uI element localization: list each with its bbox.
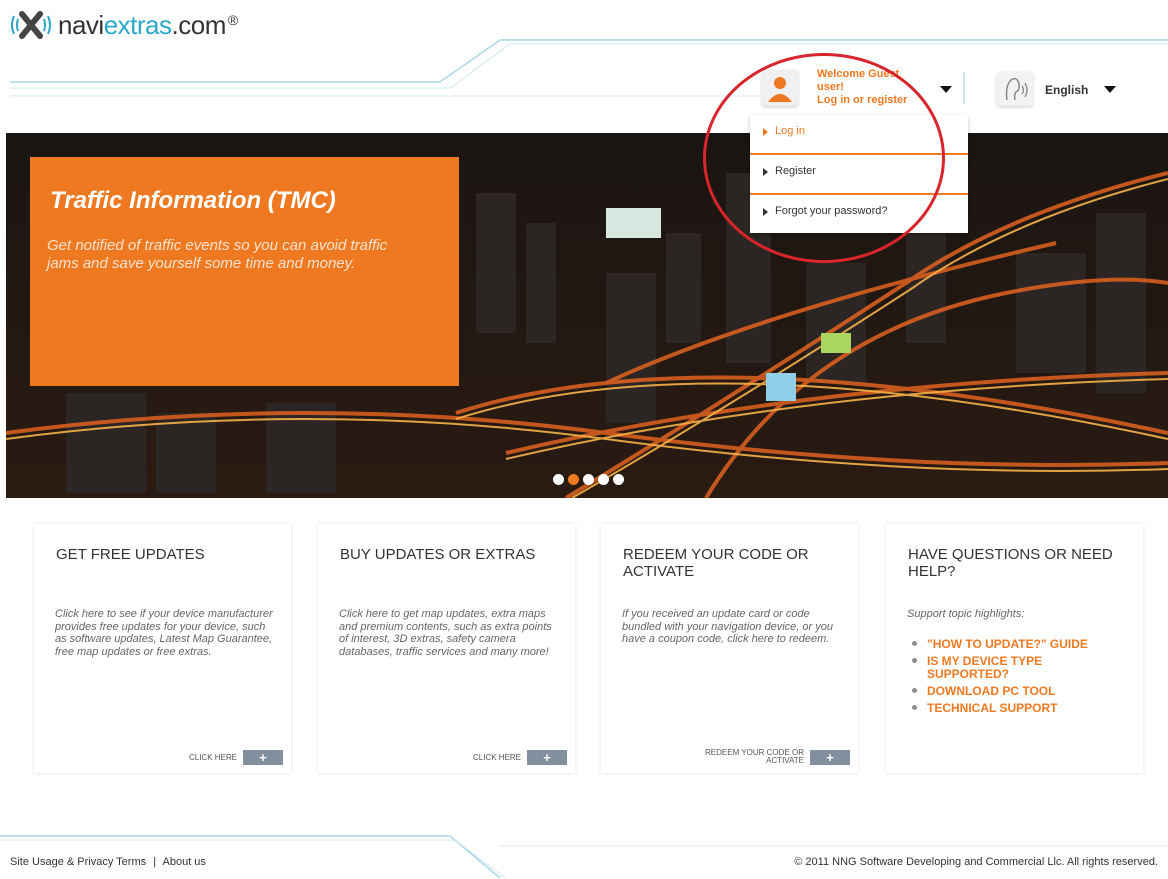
card-description: Click here to see if your device manufac… xyxy=(55,608,273,658)
plus-button[interactable]: + xyxy=(810,749,850,765)
card-action[interactable]: REDEEM YOUR CODE OR ACTIVATE + xyxy=(705,749,850,765)
caret-right-icon xyxy=(763,208,768,216)
promo-panel[interactable]: Traffic Information (TMC) Get notified o… xyxy=(30,157,459,386)
footer-separator: | xyxy=(153,856,157,868)
menu-item-register[interactable]: Register xyxy=(750,155,968,193)
promo-title: Traffic Information (TMC) xyxy=(50,187,336,214)
slider-dots xyxy=(553,474,624,485)
card-buy-updates[interactable]: BUY UPDATES OR EXTRAS Click here to get … xyxy=(318,524,575,773)
support-link-device-supported[interactable]: IS MY DEVICE TYPE SUPPORTED? xyxy=(907,655,1127,681)
card-title: BUY UPDATES OR EXTRAS xyxy=(340,546,536,563)
copyright: © 2011 NNG Software Developing and Comme… xyxy=(794,856,1158,868)
card-description: Support topic highlights: xyxy=(907,608,1025,620)
support-link-how-to-update[interactable]: "HOW TO UPDATE?" GUIDE xyxy=(907,638,1127,651)
support-links: "HOW TO UPDATE?" GUIDE IS MY DEVICE TYPE… xyxy=(907,638,1127,719)
card-redeem-code[interactable]: REDEEM YOUR CODE OR ACTIVATE If you rece… xyxy=(601,524,858,773)
language-speaker-icon[interactable] xyxy=(997,72,1033,106)
card-action-label[interactable]: CLICK HERE xyxy=(473,753,521,762)
slider-dot[interactable] xyxy=(583,474,594,485)
chevron-down-icon[interactable] xyxy=(1104,86,1116,93)
card-free-updates[interactable]: GET FREE UPDATES Click here to see if yo… xyxy=(34,524,291,773)
header-divider xyxy=(963,72,965,104)
card-action-label[interactable]: CLICK HERE xyxy=(189,753,237,762)
language-selector[interactable]: English xyxy=(1045,83,1088,97)
privacy-link[interactable]: Site Usage & Privacy Terms xyxy=(10,856,146,868)
menu-item-login[interactable]: Log in xyxy=(750,115,968,153)
user-dropdown-menu: Log in Register Forgot your password? xyxy=(750,115,968,233)
card-description: If you received an update card or code b… xyxy=(622,608,833,645)
slider-dot-active[interactable] xyxy=(568,474,579,485)
user-avatar-icon xyxy=(762,70,798,106)
card-action[interactable]: CLICK HERE + xyxy=(189,750,283,765)
hero-banner[interactable]: Traffic Information (TMC) Get notified o… xyxy=(6,133,1168,498)
card-action-label[interactable]: REDEEM YOUR CODE OR ACTIVATE xyxy=(705,749,804,765)
chevron-down-icon[interactable] xyxy=(940,86,952,93)
card-help: HAVE QUESTIONS OR NEED HELP? Support top… xyxy=(886,524,1143,773)
plus-button[interactable]: + xyxy=(243,750,283,765)
card-title: REDEEM YOUR CODE OR ACTIVATE xyxy=(623,546,809,580)
plus-button[interactable]: + xyxy=(527,750,567,765)
menu-item-forgot-password[interactable]: Forgot your password? xyxy=(750,195,968,233)
about-link[interactable]: About us xyxy=(163,856,206,868)
card-description: Click here to get map updates, extra map… xyxy=(339,608,552,658)
caret-right-icon xyxy=(763,168,768,176)
slider-dot[interactable] xyxy=(553,474,564,485)
user-menu-toggle[interactable]: Welcome Guest user! Log in or register xyxy=(762,64,962,112)
support-link-download-pc-tool[interactable]: DOWNLOAD PC TOOL xyxy=(907,685,1127,698)
card-title: HAVE QUESTIONS OR NEED HELP? xyxy=(908,546,1113,580)
welcome-text[interactable]: Welcome Guest user! Log in or register xyxy=(817,68,937,107)
caret-right-icon xyxy=(763,128,768,136)
header-decoration-lines xyxy=(10,39,1168,97)
slider-dot[interactable] xyxy=(598,474,609,485)
footer-links: Site Usage & Privacy Terms | About us xyxy=(10,856,206,868)
promo-description: Get notified of traffic events so you ca… xyxy=(47,237,388,272)
card-action[interactable]: CLICK HERE + xyxy=(473,750,567,765)
support-link-technical-support[interactable]: TECHNICAL SUPPORT xyxy=(907,702,1127,715)
card-title: GET FREE UPDATES xyxy=(56,546,205,563)
footer-decoration-lines xyxy=(0,835,1168,879)
slider-dot[interactable] xyxy=(613,474,624,485)
